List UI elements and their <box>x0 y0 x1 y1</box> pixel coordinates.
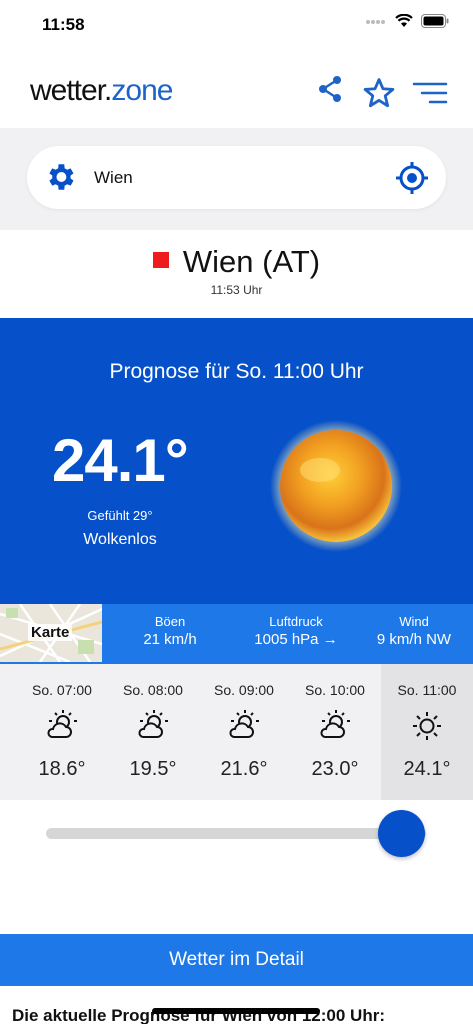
wind-info: Wind 9 km/h NW <box>376 614 452 648</box>
forecast-summary: Die aktuelle Prognose für Wien von 12:00… <box>0 986 473 1024</box>
hour-item[interactable]: So. 10:00 23.0° <box>289 664 381 800</box>
wetter-zone-logo[interactable]: wetter.zone <box>30 74 173 108</box>
weather-detail-button[interactable]: Wetter im Detail <box>0 934 473 986</box>
home-indicator[interactable] <box>152 1008 320 1014</box>
location-name: Wien (AT) <box>182 244 321 279</box>
gear-icon[interactable] <box>43 160 77 199</box>
time-slider-track[interactable] <box>46 828 426 839</box>
time-slider-thumb[interactable] <box>378 810 425 857</box>
share-icon[interactable] <box>315 74 345 109</box>
star-icon[interactable] <box>362 76 396 115</box>
location-marker <box>152 252 169 268</box>
location-search-bar[interactable]: Wien <box>27 146 446 209</box>
partly-cloudy-sun-icon <box>135 708 171 749</box>
wifi-icon <box>395 13 413 33</box>
forecast-title: Prognose für So. 11:00 Uhr <box>109 360 364 383</box>
status-time: 11:58 <box>42 15 85 34</box>
sun-icon <box>268 418 404 559</box>
partly-cloudy-sun-icon <box>44 708 80 749</box>
weather-info-strip: Karte Böen 21 km/h Luftdruck 1005 hPa → … <box>0 604 473 662</box>
time-slider-area <box>0 800 473 934</box>
map-thumbnail[interactable]: Karte <box>0 604 102 662</box>
partly-cloudy-sun-icon <box>317 708 353 749</box>
pressure-info: Luftdruck 1005 hPa → <box>254 614 338 648</box>
gps-locate-icon[interactable] <box>394 160 430 201</box>
app-header: wetter.zone <box>0 52 473 128</box>
menu-icon[interactable] <box>412 82 448 111</box>
hour-item[interactable]: So. 08:00 19.5° <box>107 664 199 800</box>
location-time: 11:53 Uhr <box>210 283 263 297</box>
forecast-temperature: 24.1° <box>52 427 189 494</box>
hour-item-selected[interactable]: So. 11:00 24.1° <box>381 664 473 800</box>
status-bar: 11:58 <box>0 0 473 52</box>
cellular-signal-icon <box>365 15 387 33</box>
map-label: Karte <box>28 624 73 641</box>
location-heading: Wien (AT) 11:53 Uhr <box>0 230 473 318</box>
partly-cloudy-sun-icon <box>226 708 262 749</box>
search-input[interactable]: Wien <box>94 168 133 188</box>
hour-item[interactable]: So. 09:00 21.6° <box>198 664 290 800</box>
forecast-panel: Prognose für So. 11:00 Uhr 24.1° Gefühlt… <box>0 318 473 604</box>
hourly-forecast: o So. 07:00 18.6° So. 08:00 19.5° So. 09… <box>0 662 473 800</box>
hour-item[interactable]: So. 07:00 18.6° <box>16 664 108 800</box>
battery-icon <box>421 14 449 33</box>
feels-like: Gefühlt 29° <box>87 508 153 523</box>
sun-icon <box>409 708 445 749</box>
weather-condition: Wolkenlos <box>83 531 157 548</box>
gusts-info: Böen 21 km/h <box>143 614 197 648</box>
